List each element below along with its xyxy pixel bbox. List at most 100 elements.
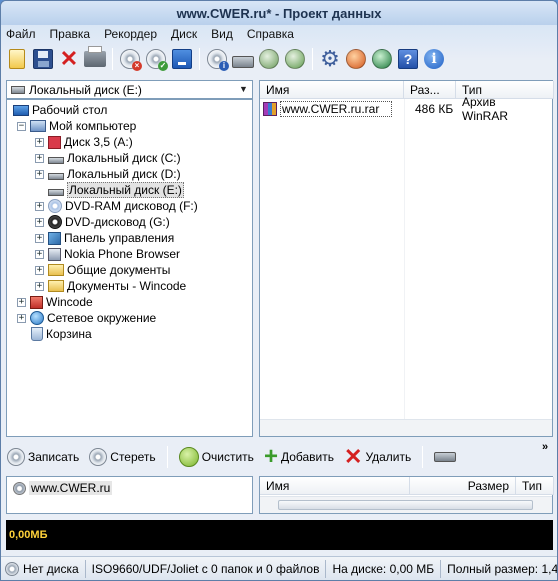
file-size: 486 КБ bbox=[415, 102, 454, 116]
tree-item-network[interactable]: + Сетевое окружение bbox=[17, 310, 156, 326]
print-button[interactable] bbox=[83, 46, 107, 71]
menu-help[interactable]: Справка bbox=[246, 27, 295, 41]
import-session-button[interactable] bbox=[257, 47, 281, 71]
toolbar-overflow-icon[interactable]: » bbox=[542, 441, 548, 453]
column-header-name[interactable]: Имя bbox=[260, 81, 404, 99]
export-icon bbox=[285, 49, 305, 69]
clean-button[interactable]: Очистить bbox=[177, 445, 256, 469]
expand-icon[interactable]: + bbox=[35, 137, 44, 147]
project-tree: www.CWER.ru bbox=[6, 476, 253, 514]
drive-icon bbox=[232, 56, 254, 68]
menu-file[interactable]: Файл bbox=[5, 27, 37, 41]
settings-button[interactable]: ⚙ bbox=[318, 47, 342, 71]
menu-view[interactable]: Вид bbox=[210, 27, 234, 41]
title-bar[interactable]: www.CWER.ru* - Проект данных bbox=[1, 1, 557, 25]
erase-button[interactable]: Стереть bbox=[87, 445, 157, 469]
menu-recorder[interactable]: Рекордер bbox=[103, 27, 158, 41]
toolbar-separator bbox=[312, 48, 313, 70]
media-player-button[interactable] bbox=[344, 47, 368, 71]
expand-icon[interactable]: + bbox=[17, 313, 26, 323]
tree-item-label: Мой компьютер bbox=[49, 119, 137, 133]
file-list: Имя Раз... Тип www.CWER.ru.rar 486 КБ Ар… bbox=[259, 80, 554, 437]
column-header-size[interactable]: Размер bbox=[410, 477, 516, 495]
capacity-label: 0,00МБ bbox=[9, 529, 48, 541]
tree-item-wincode[interactable]: + Wincode bbox=[17, 294, 93, 310]
new-project-button[interactable] bbox=[5, 47, 29, 71]
network-icon bbox=[30, 311, 44, 325]
burn-disc-button[interactable]: × bbox=[118, 47, 142, 71]
expand-icon[interactable]: + bbox=[35, 249, 44, 259]
tree-item-shared-docs[interactable]: + Общие документы bbox=[35, 262, 170, 278]
collapse-icon[interactable]: − bbox=[17, 121, 26, 131]
computer-icon bbox=[30, 120, 46, 132]
tree-item-nokia[interactable]: + Nokia Phone Browser bbox=[35, 246, 180, 262]
horizontal-scrollbar[interactable] bbox=[260, 496, 552, 513]
tree-item-desktop[interactable]: Рабочий стол bbox=[13, 102, 107, 118]
export-button[interactable] bbox=[283, 47, 307, 71]
expand-icon[interactable]: + bbox=[17, 297, 26, 307]
tree-item-drive-e[interactable]: Локальный диск (E:) bbox=[48, 182, 184, 198]
info-button[interactable]: i bbox=[422, 47, 446, 71]
column-header-type[interactable]: Тип bbox=[516, 477, 554, 495]
toolbar-separator bbox=[112, 48, 113, 70]
add-button[interactable]: + Добавить bbox=[262, 445, 336, 469]
blank-disc-button[interactable] bbox=[170, 47, 194, 71]
folder-tree: Рабочий стол − Мой компьютер + Диск 3,5 … bbox=[6, 99, 253, 437]
tree-item-drive-c[interactable]: + Локальный диск (C:) bbox=[35, 150, 181, 166]
burn-button[interactable]: Записать bbox=[5, 445, 81, 469]
chevron-down-icon[interactable]: ▼ bbox=[236, 82, 251, 97]
help-button[interactable]: ? bbox=[396, 47, 420, 71]
erase-disc-icon bbox=[89, 448, 108, 466]
save-icon bbox=[33, 49, 53, 69]
remove-button[interactable]: ✕ Удалить bbox=[342, 445, 413, 469]
expand-icon[interactable]: + bbox=[35, 281, 44, 291]
expand-icon[interactable]: + bbox=[35, 233, 44, 243]
column-header-size[interactable]: Раз... bbox=[404, 81, 456, 99]
media-player-icon bbox=[346, 49, 366, 69]
tree-item-label: Сетевое окружение bbox=[47, 311, 157, 325]
file-row[interactable]: www.CWER.ru.rar 486 КБ Архив WinRAR bbox=[263, 95, 543, 123]
desktop-icon bbox=[13, 104, 29, 116]
expand-icon[interactable]: + bbox=[35, 201, 44, 211]
update-button[interactable] bbox=[370, 47, 394, 71]
drive-select[interactable]: Локальный диск (E:) ▼ bbox=[6, 80, 253, 99]
column-header-label: Имя bbox=[266, 82, 290, 97]
new-project-icon bbox=[9, 49, 25, 69]
toolbar-separator bbox=[199, 48, 200, 70]
tree-item-label: Документы - Wincode bbox=[67, 279, 187, 293]
tree-item-wincode-docs[interactable]: + Документы - Wincode bbox=[35, 278, 186, 294]
save-button[interactable] bbox=[31, 47, 55, 71]
tree-item-label: DVD-RAM дисковод (F:) bbox=[65, 199, 198, 213]
expand-icon[interactable]: + bbox=[35, 217, 44, 227]
tree-item-drive-d[interactable]: + Локальный диск (D:) bbox=[35, 166, 181, 182]
menu-edit[interactable]: Правка bbox=[49, 27, 92, 41]
tree-item-recycle-bin[interactable]: Корзина bbox=[31, 326, 92, 342]
verify-disc-button[interactable]: ✓ bbox=[144, 47, 168, 71]
tree-item-label: Wincode bbox=[46, 295, 93, 309]
disc-info-button[interactable]: i bbox=[205, 47, 229, 71]
expand-icon[interactable]: + bbox=[35, 153, 44, 163]
tree-item-control-panel[interactable]: + Панель управления bbox=[35, 230, 174, 246]
tree-item-dvd-ram-f[interactable]: + DVD-RAM дисковод (F:) bbox=[35, 198, 198, 214]
hard-drive-icon bbox=[11, 85, 25, 94]
import-session-icon bbox=[259, 49, 279, 69]
tree-item-label: Общие документы bbox=[67, 263, 171, 277]
hard-drive-icon bbox=[48, 156, 64, 164]
menu-disc[interactable]: Диск bbox=[170, 27, 198, 41]
delete-button[interactable]: ✕ bbox=[57, 47, 81, 71]
erase-label: Стереть bbox=[110, 450, 156, 464]
drive-button[interactable] bbox=[231, 47, 255, 71]
expand-icon[interactable]: + bbox=[35, 265, 44, 275]
scroll-thumb[interactable] bbox=[278, 500, 533, 510]
tree-item-my-computer[interactable]: − Мой компьютер bbox=[17, 118, 136, 134]
column-header-name[interactable]: Имя bbox=[260, 477, 410, 495]
status-disc-text: Нет диска bbox=[23, 561, 79, 576]
tree-item-floppy-a[interactable]: + Диск 3,5 (A:) bbox=[35, 134, 133, 150]
tree-item-dvd-g[interactable]: + DVD-дисковод (G:) bbox=[35, 214, 170, 230]
drive-select-button[interactable] bbox=[432, 445, 458, 469]
project-disc-item[interactable]: www.CWER.ru bbox=[13, 480, 113, 496]
window-title: www.CWER.ru* - Проект данных bbox=[176, 5, 382, 21]
tree-item-label: Nokia Phone Browser bbox=[64, 247, 181, 261]
expand-icon[interactable]: + bbox=[35, 169, 44, 179]
horizontal-scrollbar[interactable] bbox=[260, 419, 552, 436]
